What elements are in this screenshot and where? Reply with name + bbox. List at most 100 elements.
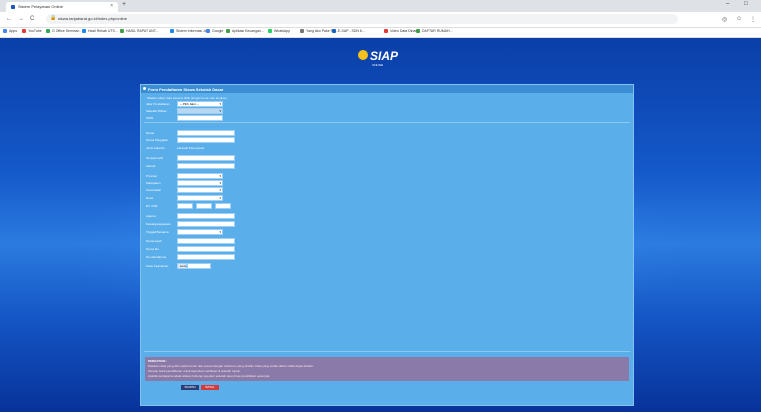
page-background: SIAP ONLINE Form Pendaftaran Siswa Sekol… (0, 38, 761, 412)
text-field[interactable] (177, 163, 235, 169)
field-label: Nama Ibu (146, 247, 160, 251)
menu-icon[interactable]: ⋮ (750, 16, 756, 23)
rw-field[interactable] (196, 203, 212, 209)
field-label: Desa (146, 196, 154, 200)
field-label: Nama Panggilan (146, 138, 169, 142)
select-field[interactable]: ▾ (177, 195, 223, 201)
select-value: -- Pilih Jalur -- (180, 102, 199, 106)
field-label: Alamat (146, 164, 156, 168)
bookmark-item[interactable]: DAFTAR RUMAH... (416, 29, 452, 34)
registration-form-panel: Form Pendaftaran Siswa Sekolah Dasar Sil… (140, 84, 634, 406)
minimize-icon[interactable]: – (726, 1, 729, 7)
bookmark-label: Aplikasi Keuangan... (232, 29, 264, 33)
reload-icon[interactable]: C (30, 16, 34, 22)
text-field[interactable] (177, 254, 235, 260)
postal-field[interactable] (215, 203, 231, 209)
text-field[interactable] (177, 221, 235, 227)
notice-line: Pastikan data yang diisi sudah benar dan… (148, 364, 314, 368)
bookmark-icon (332, 29, 336, 34)
bookmark-item[interactable]: Google (206, 29, 224, 34)
captcha-input[interactable] (187, 263, 211, 269)
bookmark-item[interactable]: YouTube (22, 29, 42, 34)
bookmark-label: E-SAP - SDN 6... (338, 29, 365, 33)
forward-icon[interactable]: → (18, 16, 24, 22)
gender-radio-group[interactable]: Laki-laki Perempuan (177, 146, 204, 150)
select-field[interactable]: ▾ (177, 180, 223, 186)
site-logo[interactable]: SIAP ONLINE (356, 48, 408, 72)
field-label: RT / RW (146, 204, 158, 208)
text-field[interactable] (177, 246, 235, 252)
address-bar[interactable]: 🔒 siswa.tanjabarat.go.id/index.php/onlin… (46, 14, 678, 24)
select-field[interactable]: -- Pilih Jalur -- ▾ (177, 101, 223, 107)
bookmark-item[interactable]: HASIL RAPAT ANT... (120, 29, 158, 34)
tab-close-icon[interactable]: × (110, 3, 113, 9)
bookmark-label: G Office Seminar... (52, 29, 82, 33)
field-label: Tinggal Bersama (146, 230, 169, 234)
bookmark-icon (416, 29, 420, 34)
maximize-icon[interactable]: □ (744, 1, 748, 7)
address-bar-row: ← → C 🔒 siswa.tanjabarat.go.id/index.php… (0, 12, 761, 28)
captcha-image[interactable]: kode (177, 263, 187, 269)
field-label: Provinsi (146, 174, 157, 178)
extensions-icon[interactable]: ◎ (722, 16, 727, 23)
field-label: Kewarganegaraan (146, 222, 171, 226)
chevron-down-icon: ▾ (219, 181, 221, 185)
bookmark-icon (300, 29, 304, 34)
bookmark-item[interactable]: G Office Seminar... (46, 29, 82, 34)
bookmark-icon (268, 29, 272, 34)
bookmark-item[interactable]: Hasil Rekab UTS... (82, 29, 118, 34)
divider (144, 351, 630, 352)
bookmark-item[interactable]: WhatsApp (268, 29, 290, 34)
text-field[interactable] (177, 213, 235, 219)
bookmark-icon (22, 29, 26, 34)
cancel-button[interactable]: BATAL (201, 385, 219, 390)
field-label: Nama Ayah (146, 239, 162, 243)
text-field[interactable] (177, 137, 235, 143)
bookmark-item[interactable]: Apps (3, 29, 17, 34)
field-label: Kabupaten (146, 181, 161, 185)
form-note: Silakan isikan data peserta didik dengan… (147, 96, 227, 100)
field-label: Nama (146, 131, 155, 135)
bookmark-item[interactable]: Sistem Informasi Ja... (170, 29, 210, 34)
divider (144, 122, 630, 123)
chevron-down-icon: ▾ (219, 188, 221, 192)
chevron-down-icon: ▾ (219, 230, 221, 234)
bookmark-label: Google (212, 29, 224, 33)
chevron-down-icon: ▾ (219, 196, 221, 200)
text-field[interactable] (177, 155, 235, 161)
text-field[interactable] (177, 130, 235, 136)
save-button[interactable]: SIMPAN (181, 385, 199, 390)
back-icon[interactable]: ← (6, 16, 12, 22)
rt-field[interactable] (177, 203, 193, 209)
form-title: Form Pendaftaran Siswa Sekolah Dasar (148, 87, 224, 92)
notice-line: Simpan bukti pendaftaran untuk keperluan… (148, 369, 242, 373)
text-field[interactable] (177, 238, 235, 244)
bookmark-label: Sistem Informasi Ja... (176, 29, 210, 33)
field-label: Jalur Pendaftaran (146, 102, 170, 106)
bookmark-icon (82, 29, 86, 34)
profile-icon[interactable]: ☺ (736, 16, 742, 22)
field-label: Jenis Kelamin (146, 146, 165, 150)
bookmark-icon (170, 29, 174, 34)
select-field[interactable]: ▾ (177, 187, 223, 193)
lock-icon: 🔒 (50, 15, 57, 21)
text-field[interactable] (177, 115, 223, 121)
notice-line: Apabila terdapat kendala silakan hubungi… (148, 374, 271, 378)
browser-tab[interactable]: Sistem Pelayanan Online × (6, 2, 118, 12)
new-tab-button[interactable]: + (122, 1, 126, 8)
bookmark-item[interactable]: Aplikasi Keuangan... (226, 29, 264, 34)
bookmark-item[interactable]: Video Data Dinas... (384, 29, 420, 34)
field-label: Tempat Lahir (146, 156, 164, 160)
logo-bulb-icon (358, 50, 368, 60)
field-label: Sekolah Pilihan (146, 109, 167, 113)
bookmark-item[interactable]: E-SAP - SDN 6... (332, 29, 365, 34)
bookmark-icon (206, 29, 210, 34)
select-field[interactable]: ▾ (177, 229, 223, 235)
captcha-code: kode (180, 264, 187, 268)
field-label: No Handphone (146, 255, 167, 259)
field-label: NISN (146, 116, 154, 120)
select-field[interactable]: ▾ (177, 173, 223, 179)
field-label: Agama (146, 214, 156, 218)
bookmark-icon (3, 29, 7, 34)
school-select[interactable]: ▾ (177, 108, 223, 114)
